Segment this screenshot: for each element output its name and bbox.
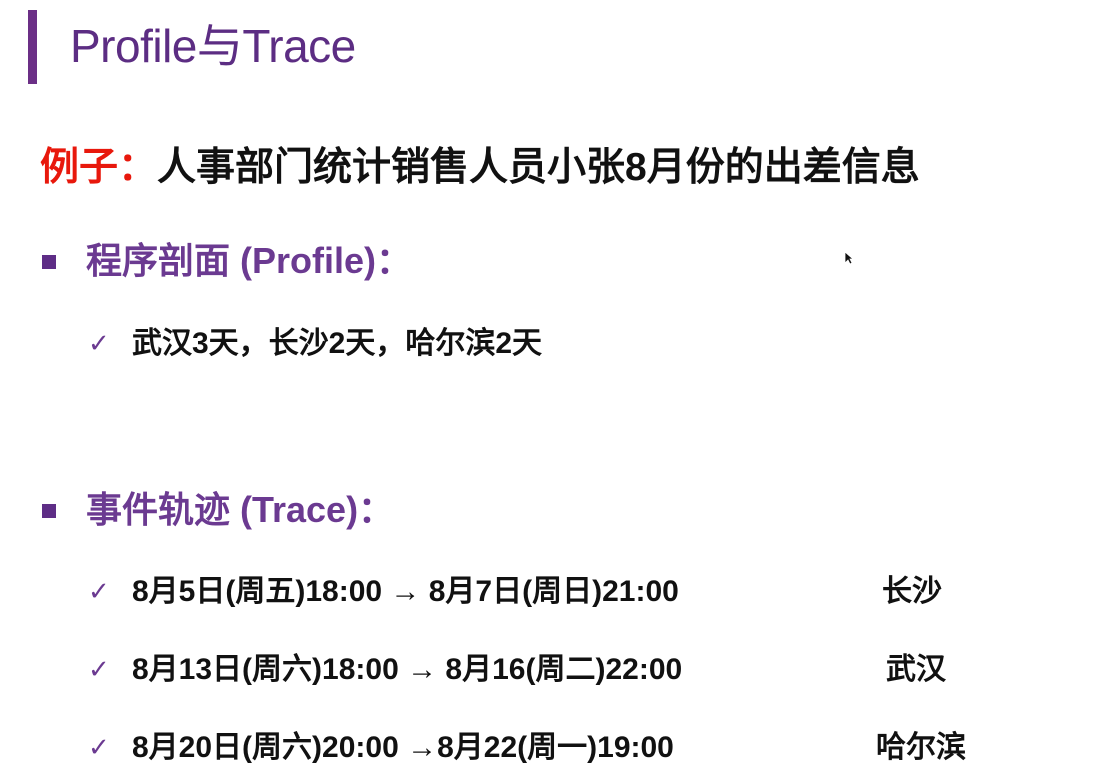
checkmark-icon: ✓ xyxy=(88,577,110,607)
slide: Profile与Trace 例子：人事部门统计销售人员小张8月份的出差信息 程序… xyxy=(0,0,1094,772)
example-label: 例子： xyxy=(40,146,158,189)
example-text: 人事部门统计销售人员小张8月份的出差信息 xyxy=(157,146,920,189)
trace-city: 哈尔滨 xyxy=(876,731,966,764)
checkmark-icon: ✓ xyxy=(88,733,110,763)
list-item-text: 武汉3天，长沙2天，哈尔滨2天 xyxy=(132,327,543,360)
title-accent-bar xyxy=(28,10,37,84)
checkmark-icon: ✓ xyxy=(88,655,110,685)
example-line: 例子：人事部门统计销售人员小张8月份的出差信息 xyxy=(40,138,920,198)
mouse-cursor-icon xyxy=(844,251,854,265)
trace-time-range: 8月20日(周六)20:00 →8月22(周一)19:00 xyxy=(132,731,674,764)
square-bullet-icon xyxy=(42,255,56,269)
trace-time-range: 8月13日(周六)18:00 → 8月16(周二)22:00 xyxy=(132,653,683,686)
trace-city: 长沙 xyxy=(882,575,942,608)
trace-time-range: 8月5日(周五)18:00 → 8月7日(周日)21:00 xyxy=(132,575,679,608)
section-heading-text: 事件轨迹 (Trace)： xyxy=(86,489,395,530)
trace-city: 武汉 xyxy=(886,653,946,686)
section-heading-text: 程序剖面 (Profile)： xyxy=(86,240,413,281)
checkmark-icon: ✓ xyxy=(88,329,110,359)
slide-title: Profile与Trace xyxy=(70,20,356,72)
square-bullet-icon xyxy=(42,504,56,518)
